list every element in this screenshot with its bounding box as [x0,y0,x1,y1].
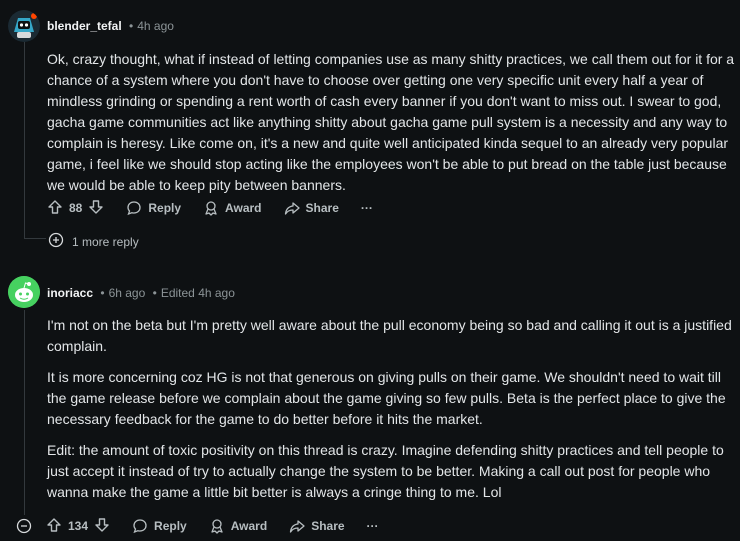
separator: • [129,19,134,33]
share-icon [290,520,305,533]
comment-actions: 88 Reply Award Share ··· [47,196,395,220]
plus-circle-icon [48,232,64,251]
reply-label: Reply [148,201,182,215]
upvote-icon[interactable] [47,199,63,218]
comment-bubble-icon [133,519,147,534]
comment-paragraph: Ok, crazy thought, what if instead of le… [47,51,735,193]
avatar[interactable] [8,276,40,308]
author-name[interactable]: inoriacc [47,286,93,300]
award-icon [205,201,217,216]
timestamp[interactable]: 6h ago [109,286,146,300]
comment-actions: 134 Reply Award Share ··· [16,514,401,538]
upvote-icon[interactable] [46,517,62,536]
reply-button[interactable]: Reply [132,518,187,534]
separator: • [100,286,105,300]
award-button[interactable]: Award [209,518,267,534]
award-icon [211,519,223,534]
comment-paragraph: Edit: the amount of toxic positivity on … [47,442,724,500]
share-button[interactable]: Share [289,518,345,534]
ellipsis-icon: ··· [360,201,373,215]
author-name[interactable]: blender_tefal [47,19,122,33]
comment: blender_tefal • 4h ago Ok, crazy thought,… [0,0,740,260]
comment-meta: blender_tefal • 4h ago [47,19,174,33]
award-label: Award [230,519,268,533]
comment-body: I'm not on the beta but I'm pretty well … [47,315,735,513]
more-replies-link[interactable]: 1 more reply [48,232,139,251]
collapse-thread-button[interactable] [16,518,32,534]
minus-circle-icon [16,518,32,534]
downvote-icon[interactable] [88,199,104,218]
vote-controls: 134 [46,517,110,536]
share-label: Share [305,201,339,215]
more-replies-label: 1 more reply [72,234,139,249]
timestamp[interactable]: 4h ago [137,19,174,33]
comment-meta: inoriacc • 6h ago • Edited 4h ago [47,286,235,300]
comment-body: Ok, crazy thought, what if instead of le… [47,49,735,206]
reply-label: Reply [154,519,187,533]
award-button[interactable]: Award [203,200,262,216]
vote-controls: 88 [47,199,104,218]
comment-bubble-icon [127,201,142,216]
comment: inoriacc • 6h ago • Edited 4h ago I'm not … [0,270,740,541]
award-label: Award [225,201,262,215]
comment-paragraph: I'm not on the beta but I'm pretty well … [47,317,732,354]
robot-avatar-icon [8,10,40,42]
vote-count: 134 [68,519,89,533]
more-options-button[interactable]: ··· [361,201,373,215]
share-icon [284,202,300,215]
avatar[interactable] [8,10,40,42]
share-label: Share [311,519,345,533]
more-options-button[interactable]: ··· [367,519,379,533]
separator: • [152,286,157,300]
edited-label: Edited 4h ago [160,286,235,300]
reply-button[interactable]: Reply [126,200,181,216]
downvote-icon[interactable] [94,517,110,536]
snoo-avatar-icon [8,276,40,308]
comment-paragraph: It is more concerning coz HG is not that… [47,369,726,427]
ellipsis-icon: ··· [366,519,379,533]
vote-count: 88 [69,201,83,215]
share-button[interactable]: Share [284,200,339,216]
